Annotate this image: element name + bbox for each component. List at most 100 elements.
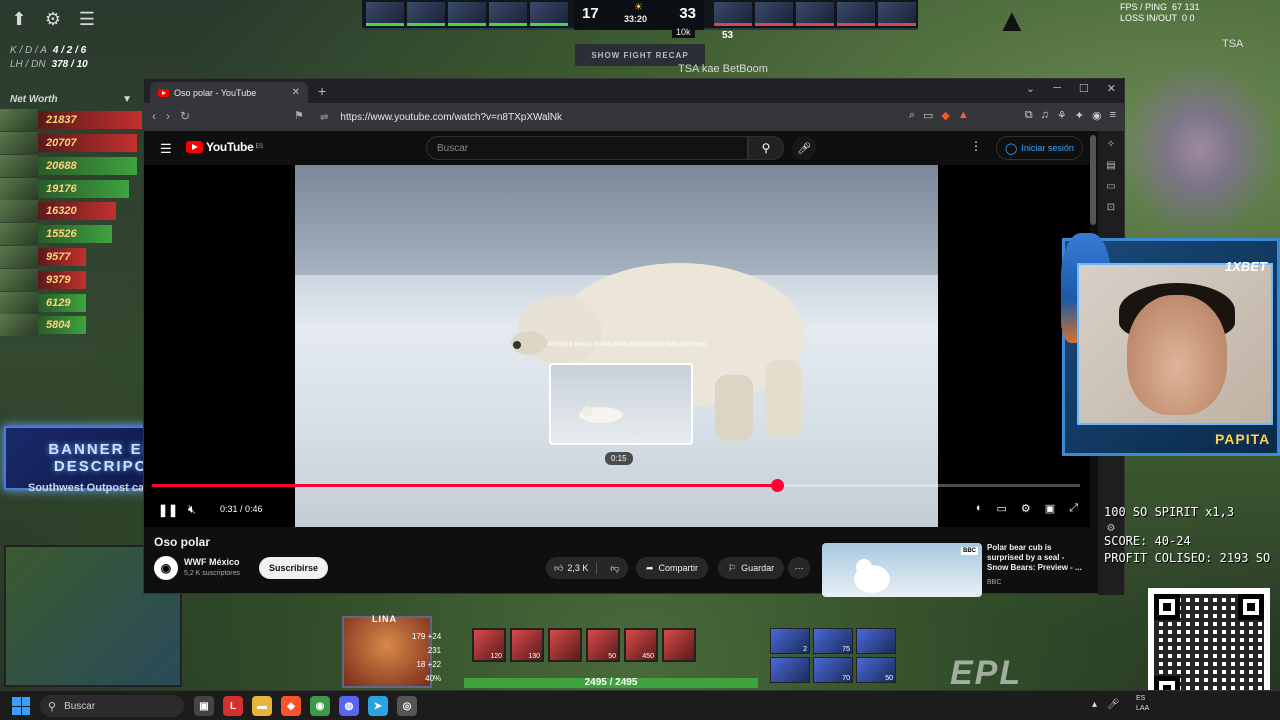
discord-icon[interactable]: ◍ xyxy=(339,696,359,716)
upload-icon[interactable]: ⬆ xyxy=(8,8,30,30)
tab-search-icon[interactable]: ⌄ xyxy=(1026,82,1035,95)
team-names: TSA kae BetBoom xyxy=(678,63,768,75)
bookmark-icon[interactable]: ⚑ xyxy=(294,109,304,122)
share-button[interactable]: ➦ Compartir xyxy=(636,557,709,579)
hero-portrait[interactable] xyxy=(489,2,527,26)
site-info-icon[interactable]: ⇌ xyxy=(320,112,328,123)
networth-header[interactable]: Net Worth ▼ xyxy=(0,90,142,109)
networth-row: 15526 xyxy=(0,223,142,246)
chrome-icon[interactable]: ◉ xyxy=(310,696,330,716)
search-icon[interactable]: ⚲ xyxy=(748,136,784,160)
item-slot[interactable] xyxy=(770,657,810,683)
hero-portrait[interactable] xyxy=(366,2,404,26)
ability-slot[interactable]: 120 xyxy=(472,628,506,662)
close-icon[interactable]: ✕ xyxy=(292,87,300,98)
fullscreen-icon[interactable]: ⤢ xyxy=(1069,502,1078,515)
forward-icon[interactable]: › xyxy=(166,109,170,123)
brave-shield-icon[interactable]: ◆ xyxy=(941,109,949,122)
hero-portrait[interactable] xyxy=(796,2,834,26)
brave-icon[interactable]: ◆ xyxy=(281,696,301,716)
pause-icon[interactable]: ❚❚ xyxy=(158,503,178,517)
subtitles-icon[interactable]: ▭ xyxy=(997,502,1007,515)
ability-slot[interactable]: 130 xyxy=(510,628,544,662)
address-bar[interactable]: ⇌ https://www.youtube.com/watch?v=n8TXpX… xyxy=(320,107,1000,127)
save-button[interactable]: ⚐ Guardar xyxy=(718,557,785,579)
file-explorer-icon[interactable]: ▬ xyxy=(252,696,272,716)
more-options-icon[interactable]: ⋮ xyxy=(970,139,982,153)
recommended-title[interactable]: Polar bear cub is surprised by a seal - … xyxy=(987,543,1087,573)
cast-icon[interactable]: ▭ xyxy=(923,109,933,122)
hero-portrait[interactable] xyxy=(714,2,752,26)
progress-bar[interactable] xyxy=(152,479,1080,492)
puzzle-icon[interactable]: ⚘ xyxy=(1057,109,1067,122)
video-frame[interactable]: Arrastra hacia arriba para búsquedas más… xyxy=(295,165,938,527)
miniplayer-icon[interactable]: ▣ xyxy=(1045,502,1055,515)
music-icon[interactable]: ♫ xyxy=(1041,109,1049,122)
search-input[interactable]: Buscar xyxy=(426,136,748,160)
item-slot[interactable] xyxy=(856,628,896,654)
item-slot[interactable]: 70 xyxy=(813,657,853,683)
item-slot[interactable]: 75 xyxy=(813,628,853,654)
mic-tray-icon[interactable]: 🎤︎ xyxy=(1107,699,1120,710)
app-l-icon[interactable]: L xyxy=(223,696,243,716)
gear-icon[interactable]: ⚙ xyxy=(42,8,64,30)
mute-icon[interactable]: 🔇︎ xyxy=(188,502,196,517)
channel-avatar[interactable]: ◉ xyxy=(154,556,178,580)
preview-time: 0:15 xyxy=(605,452,633,465)
language-indicator[interactable]: ES LAA xyxy=(1136,694,1149,714)
bookmarks-icon[interactable]: ▭ xyxy=(1106,181,1115,192)
hero-portrait[interactable] xyxy=(448,2,486,26)
channel-name[interactable]: WWF México xyxy=(184,557,240,567)
settings-icon[interactable]: ⚙ xyxy=(1021,502,1031,515)
extensions-icon[interactable]: ⧉ xyxy=(1025,109,1033,122)
hero-portrait[interactable] xyxy=(878,2,916,26)
hero-portrait[interactable] xyxy=(837,2,875,26)
rewards-icon[interactable]: ▲ xyxy=(958,109,969,122)
minimize-icon[interactable]: ─ xyxy=(1053,82,1061,95)
leo-icon[interactable]: ✦ xyxy=(1075,109,1084,122)
back-icon[interactable]: ‹ xyxy=(152,109,156,123)
history-icon[interactable]: ⊡ xyxy=(1107,202,1115,213)
wallet-icon[interactable]: ◉ xyxy=(1092,109,1102,122)
like-button[interactable]: 👍︎ 2,3 K xyxy=(546,562,598,574)
guide-menu-icon[interactable]: ☰ xyxy=(160,141,172,157)
new-tab-button[interactable]: + xyxy=(318,83,326,99)
reload-icon[interactable]: ↻ xyxy=(180,109,190,123)
menu-icon[interactable]: ☰ xyxy=(76,8,98,30)
menu-icon[interactable]: ≡ xyxy=(1110,109,1116,122)
item-slot[interactable]: 2 xyxy=(770,628,810,654)
hero-portrait[interactable] xyxy=(530,2,568,26)
microphone-icon[interactable]: 🎤︎ xyxy=(792,136,816,160)
ability-bar: 120 130 50 450 xyxy=(472,628,696,662)
close-window-icon[interactable]: ✕ xyxy=(1107,82,1116,95)
dislike-button[interactable]: 👎︎ xyxy=(602,563,627,574)
video-player[interactable]: Arrastra hacia arriba para búsquedas más… xyxy=(144,165,1090,527)
obs-icon[interactable]: ◎ xyxy=(397,696,417,716)
ability-slot[interactable]: 450 xyxy=(624,628,658,662)
maximize-icon[interactable]: ☐ xyxy=(1079,82,1089,95)
more-actions-button[interactable]: ⋯ xyxy=(788,557,810,579)
telegram-icon[interactable]: ➤ xyxy=(368,696,388,716)
leo-ai-icon[interactable]: ✧ xyxy=(1107,139,1115,150)
ability-slot[interactable] xyxy=(662,628,696,662)
task-view-icon[interactable]: ▣ xyxy=(194,696,214,716)
windows-start-icon[interactable] xyxy=(12,697,30,715)
scrollbar[interactable] xyxy=(1090,135,1096,225)
ability-slot[interactable] xyxy=(548,628,582,662)
zoom-icon[interactable]: ⌕ xyxy=(909,109,915,122)
ability-slot[interactable]: 50 xyxy=(586,628,620,662)
recommended-thumbnail[interactable]: BBC xyxy=(822,543,982,597)
hero-portrait[interactable] xyxy=(755,2,793,26)
hero-portrait[interactable] xyxy=(407,2,445,26)
item-slot[interactable]: 50 xyxy=(856,657,896,683)
autoplay-toggle-icon[interactable]: ◐ xyxy=(976,502,983,515)
signin-button[interactable]: ◯ Iniciar sesión xyxy=(996,136,1083,160)
youtube-logo[interactable]: YouTube ES xyxy=(186,140,263,154)
chevron-up-icon[interactable]: ▴ xyxy=(1092,699,1097,710)
subscribe-button[interactable]: Suscribirse xyxy=(259,557,329,579)
reading-list-icon[interactable]: ▤ xyxy=(1106,160,1115,171)
tab-youtube[interactable]: Oso polar - YouTube ✕ xyxy=(150,82,308,103)
networth-hero-icon xyxy=(0,109,38,132)
taskbar-search[interactable]: ⚲ Buscar xyxy=(40,695,184,717)
chevron-down-icon[interactable]: ▼ xyxy=(122,94,132,105)
